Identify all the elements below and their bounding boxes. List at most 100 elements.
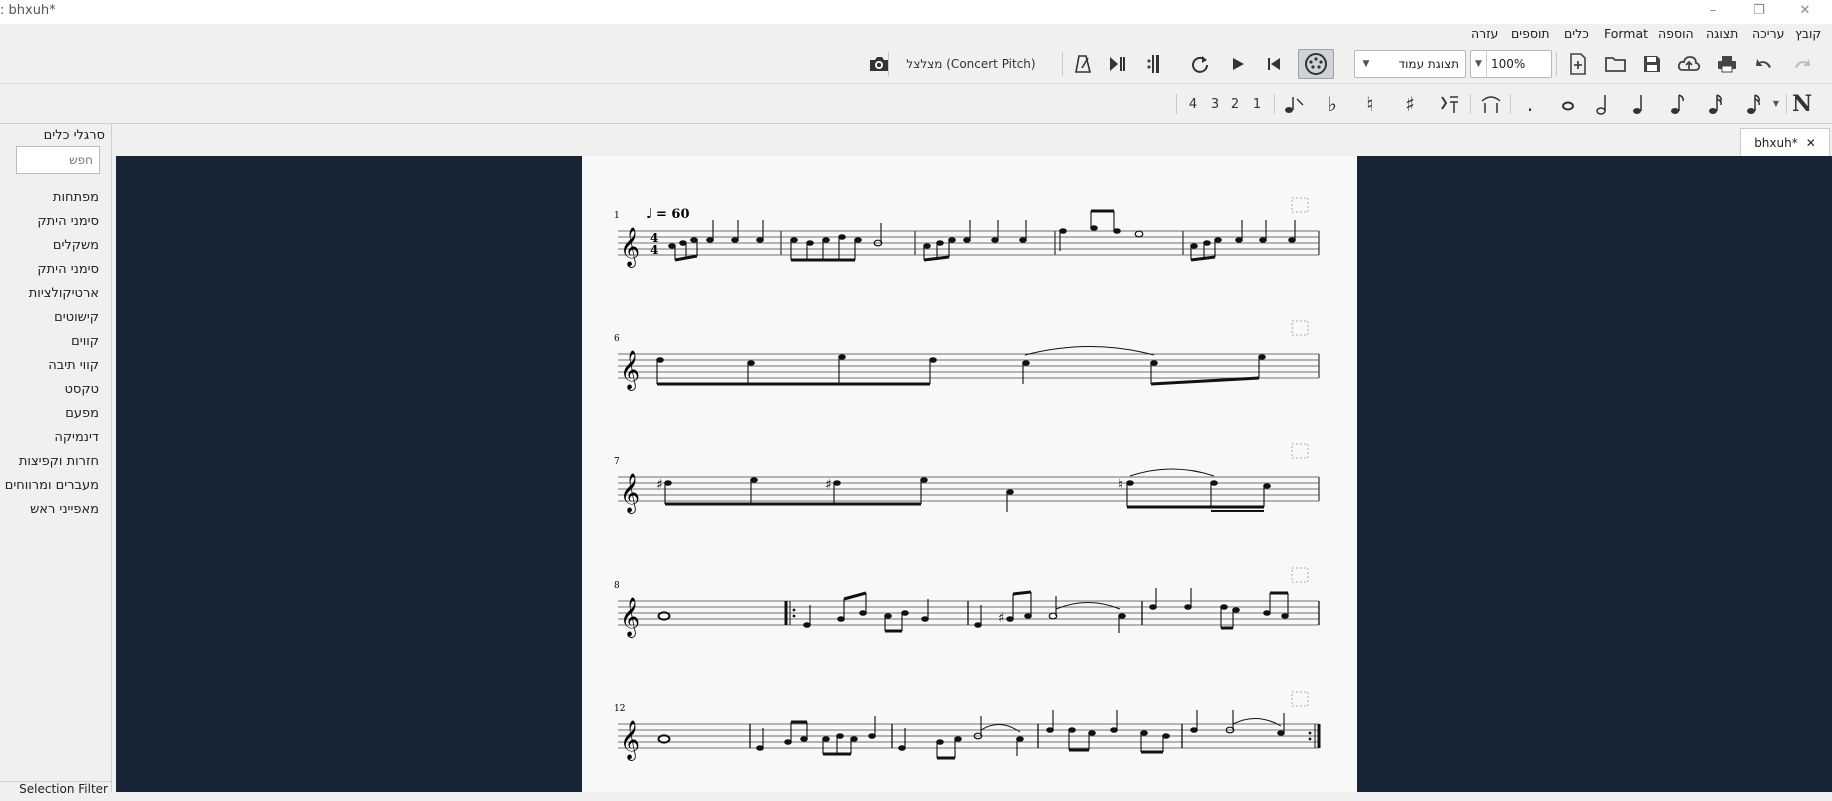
palette-time-signatures[interactable]: משקלים — [53, 238, 99, 253]
palette-dynamics[interactable]: דינמיקה — [54, 430, 99, 445]
palette-ornaments[interactable]: קישוטים — [54, 310, 99, 325]
sixteenth-note-icon[interactable] — [1666, 92, 1690, 116]
whole-note — [657, 611, 671, 621]
note-input-mode-icon[interactable]: N — [1790, 91, 1814, 117]
pan-score-icon[interactable] — [1106, 52, 1128, 76]
chevron-down-icon: ▼ — [1471, 51, 1487, 77]
whole-note-icon[interactable] — [1556, 92, 1580, 116]
palette-articulations[interactable]: ארטיקולציות — [29, 286, 99, 301]
quarter-note-icon[interactable] — [1592, 92, 1616, 116]
system-2: 6 𝄞 — [614, 320, 1320, 391]
palette-repeats-jumps[interactable]: חזרות וקפיצות — [19, 454, 99, 469]
menu-bar: קובץ עריכה תצוגה הוספה Format כלים תוספי… — [0, 24, 1832, 44]
palette-lines[interactable]: קווים — [71, 334, 99, 349]
palette-noteheads[interactable]: מאפייני ראש — [30, 502, 99, 517]
line-break-icon — [1291, 567, 1309, 583]
rest-icon[interactable] — [1436, 92, 1462, 116]
augmentation-dot-icon[interactable]: . — [1520, 92, 1540, 116]
measure-number: 1 — [614, 211, 620, 221]
line-break-icon — [1291, 197, 1309, 213]
save-icon[interactable] — [1640, 52, 1664, 76]
palette-tempo[interactable]: מפעם — [65, 406, 99, 421]
measure-number: 8 — [614, 581, 620, 591]
voice-1-button[interactable]: 1 — [1250, 96, 1264, 112]
palette-barlines[interactable]: קווי תיבה — [48, 358, 99, 373]
title-bar: : bhxuh* – ❐ ✕ — [0, 0, 1832, 24]
view-mode-select[interactable]: ▼ תצוגת עמוד — [1354, 50, 1466, 78]
menu-tools[interactable]: כלים — [1564, 26, 1589, 41]
metronome-icon[interactable] — [1072, 52, 1094, 76]
view-mode-value: תצוגת עמוד — [1398, 57, 1459, 71]
open-folder-icon[interactable] — [1604, 52, 1628, 76]
voice-2-button[interactable]: 2 — [1228, 96, 1242, 112]
svg-text:♯: ♯ — [825, 477, 832, 493]
treble-clef: 𝄞 — [620, 720, 640, 761]
measure-number: 12 — [614, 704, 625, 714]
play-icon[interactable] — [1226, 52, 1250, 76]
svg-text:♮: ♮ — [1118, 477, 1123, 493]
system-4: 8 𝄞 ♯ — [614, 567, 1320, 638]
window-title: : bhxuh* — [0, 3, 56, 18]
tab-label: bhxuh* — [1754, 135, 1798, 150]
treble-clef: 𝄞 — [620, 227, 640, 268]
tempo-note: ♩ — [646, 206, 653, 222]
menu-help[interactable]: עזרה — [1471, 26, 1498, 41]
play-repeats-icon[interactable] — [1142, 52, 1164, 76]
score-notation: 1 𝄞 4 4 ♩ = 60 6 𝄞 7 𝄞 ♯ ♯ ♮ 8 𝄞 ♯ 12 𝄞 — [614, 197, 1321, 761]
restore-button[interactable]: ❐ — [1736, 0, 1782, 24]
rewind-icon[interactable] — [1262, 52, 1286, 76]
eighth-note-icon[interactable] — [1628, 92, 1652, 116]
chevron-down-icon: ▼ — [1362, 59, 1370, 69]
menu-edit[interactable]: עריכה — [1752, 26, 1784, 41]
svg-text:♯: ♯ — [998, 611, 1004, 626]
redo-icon[interactable] — [1790, 52, 1814, 76]
palette-clefs[interactable]: מפתחות — [53, 190, 99, 205]
palette-breaks-spacers[interactable]: מעברים ומרווחים — [5, 478, 99, 493]
print-icon[interactable] — [1714, 52, 1740, 76]
palette-key-signatures[interactable]: סימני היתק — [37, 214, 99, 229]
loop-icon[interactable] — [1188, 52, 1212, 76]
palette-accidentals[interactable]: סימני היתק — [37, 262, 99, 277]
menu-format[interactable]: Format — [1604, 26, 1648, 41]
sharp-icon[interactable]: ♯ — [1398, 92, 1422, 116]
minimize-button[interactable]: – — [1690, 0, 1736, 24]
zoom-value: 100% — [1491, 57, 1526, 71]
treble-clef: 𝄞 — [620, 350, 640, 391]
menu-plugins[interactable]: תוספים — [1511, 26, 1550, 41]
zoom-select[interactable]: ▼ 100% — [1470, 50, 1552, 78]
treble-clef: 𝄞 — [620, 597, 640, 638]
palette-text[interactable]: טקסט — [64, 382, 99, 397]
voice-3-button[interactable]: 3 — [1208, 96, 1222, 112]
close-window-button[interactable]: ✕ — [1782, 0, 1828, 24]
line-break-icon — [1291, 320, 1309, 336]
menu-view[interactable]: תצוגה — [1706, 26, 1738, 41]
tie-icon[interactable] — [1478, 92, 1504, 116]
time-sig-bottom: 4 — [650, 243, 658, 257]
voice-4-button[interactable]: 4 — [1186, 96, 1200, 112]
line-break-icon — [1291, 691, 1309, 707]
new-score-icon[interactable] — [1566, 52, 1590, 76]
flip-direction-icon[interactable] — [1282, 92, 1306, 116]
score-tab-bar: bhxuh* ✕ — [116, 124, 1832, 156]
midi-input-toggle[interactable] — [1298, 49, 1334, 79]
sixty-fourth-note-icon[interactable] — [1742, 92, 1766, 116]
natural-icon[interactable]: ♮ — [1358, 92, 1382, 116]
thirty-second-note-icon[interactable] — [1704, 92, 1728, 116]
palette-title: סרגלי כלים — [43, 128, 105, 143]
note-input-toolbar: N ▼ . ♯ ♮ ♭ 1 2 3 4 — [0, 84, 1832, 124]
score-tab[interactable]: bhxuh* ✕ — [1740, 128, 1830, 156]
menu-add[interactable]: הוספה — [1658, 26, 1694, 41]
concert-pitch-toggle[interactable]: מצלצל (Concert Pitch) — [900, 56, 1042, 72]
main-toolbar: ▼ 100% ▼ תצוגת עמוד מצלצל (Concert Pitch… — [0, 44, 1832, 84]
selection-filter-header[interactable]: Selection Filter — [0, 781, 112, 801]
close-icon[interactable]: ✕ — [1806, 136, 1816, 150]
tempo-text: = 60 — [656, 207, 690, 222]
chevron-down-icon[interactable]: ▼ — [1770, 96, 1782, 110]
palette-search-input[interactable] — [16, 146, 100, 174]
undo-icon[interactable] — [1752, 52, 1776, 76]
menu-file[interactable]: קובץ — [1795, 26, 1821, 41]
cloud-upload-icon[interactable] — [1676, 52, 1702, 76]
flat-icon[interactable]: ♭ — [1320, 92, 1344, 116]
system-5: 12 𝄞 — [614, 691, 1321, 761]
camera-icon[interactable] — [866, 52, 892, 76]
